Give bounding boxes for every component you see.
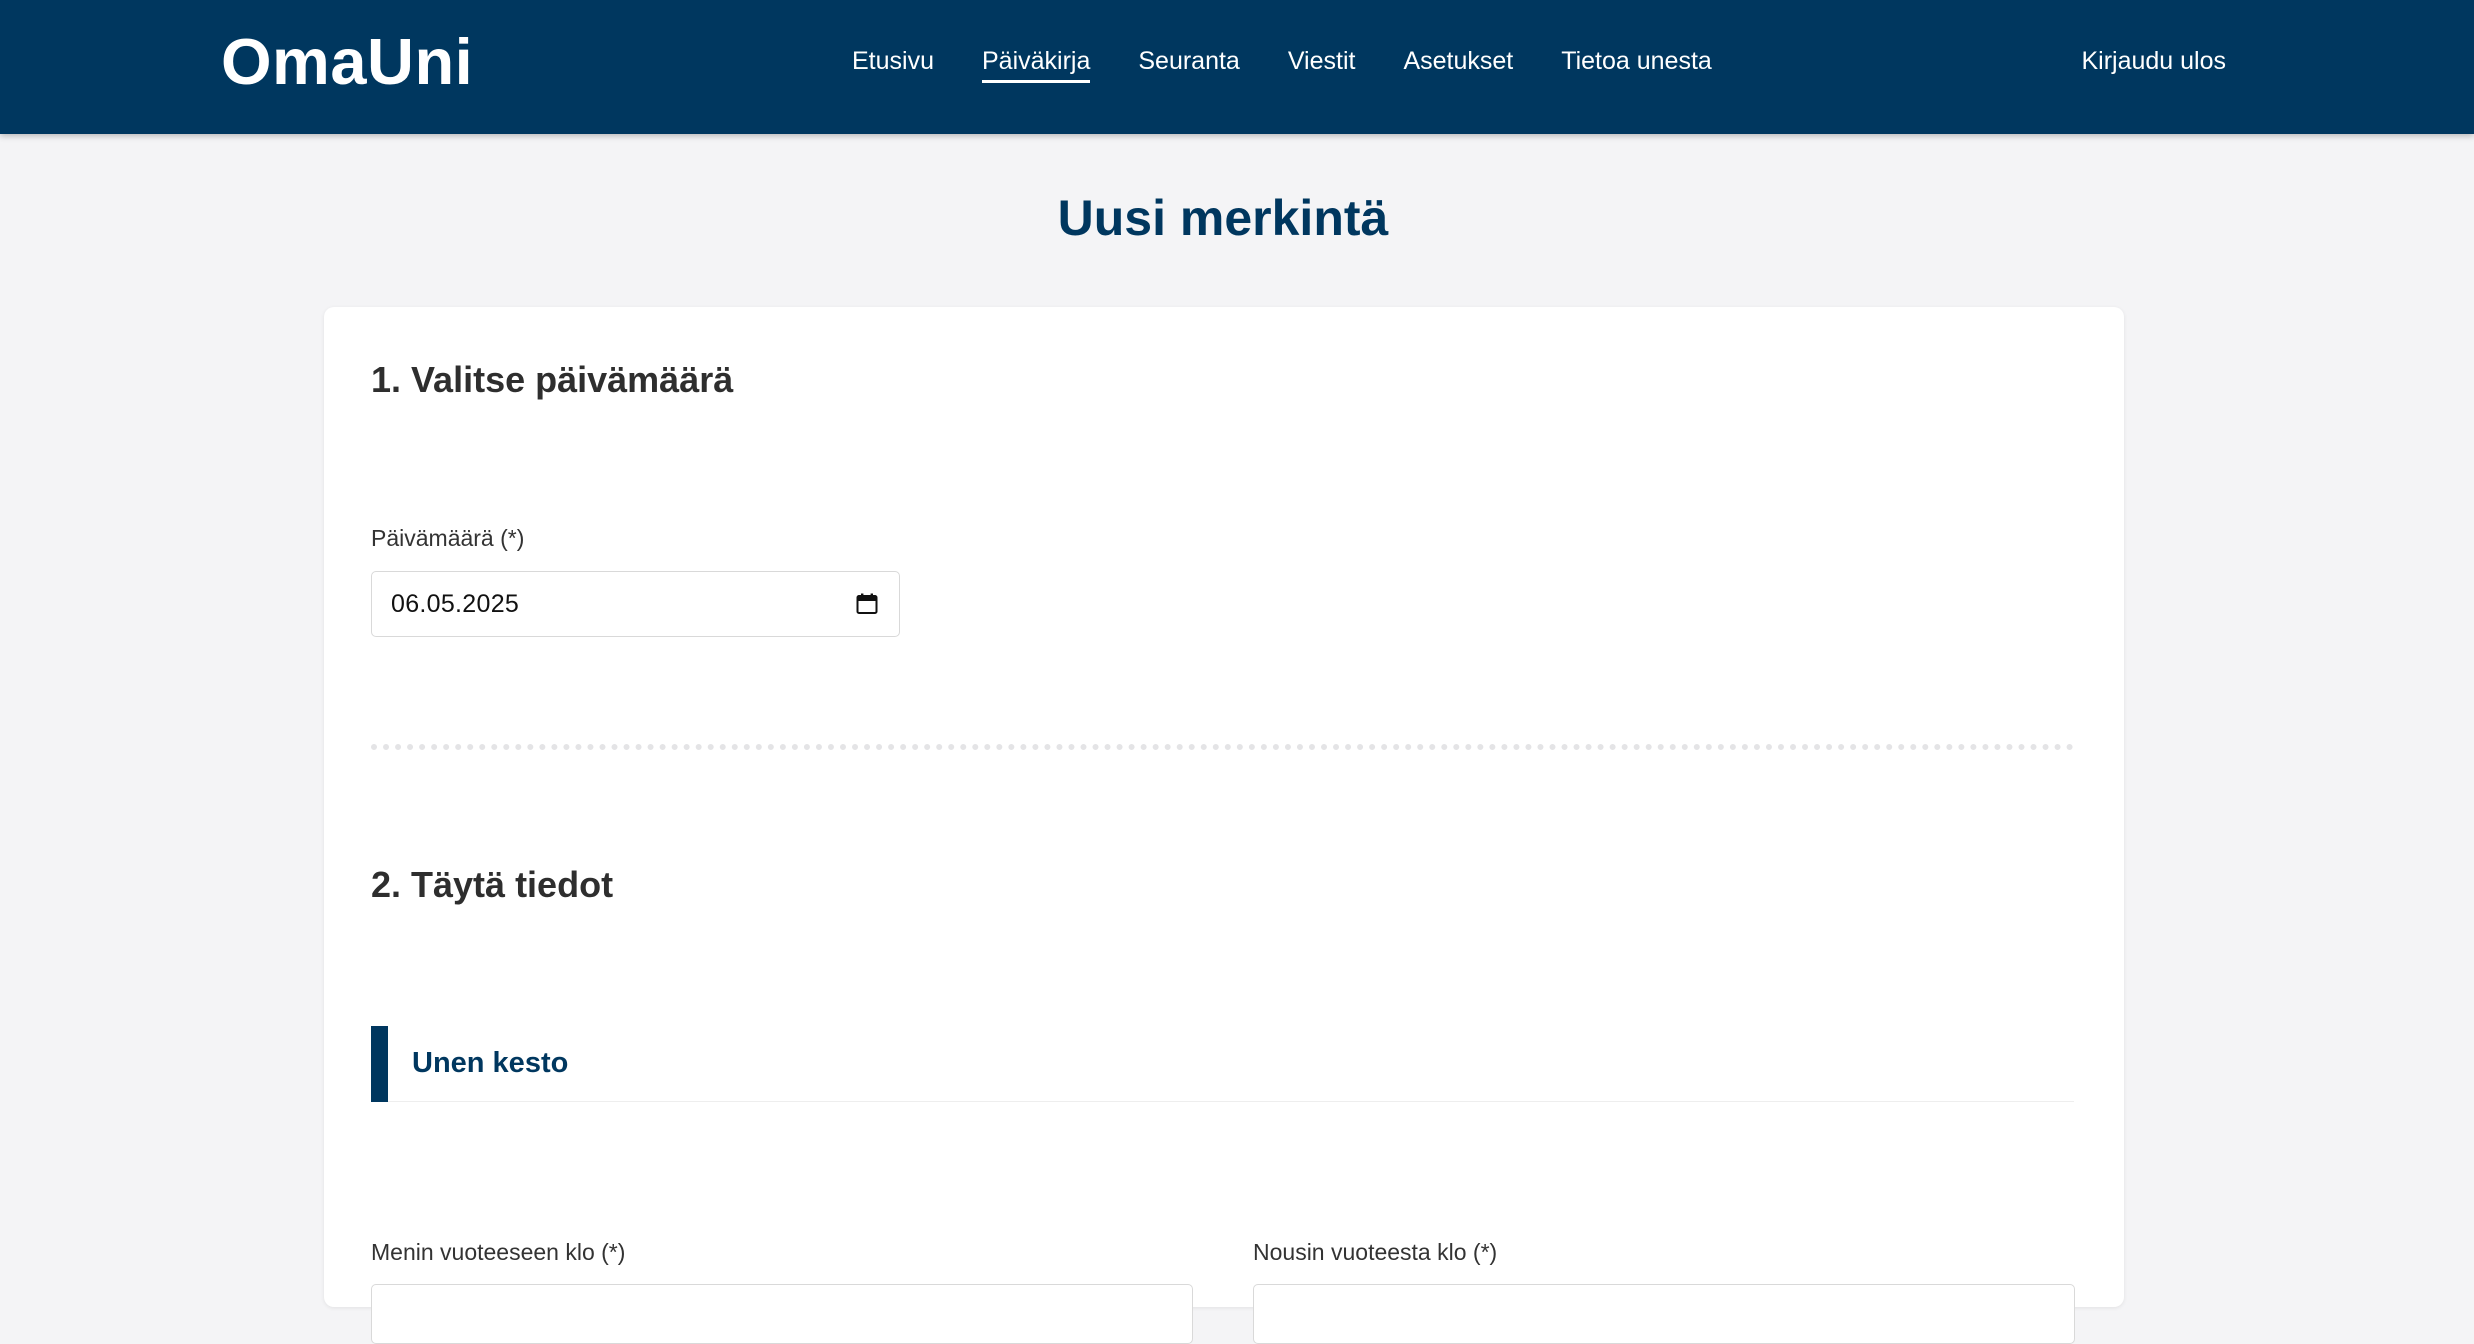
nav-item-asetukset[interactable]: Asetukset <box>1403 44 1513 78</box>
bedtime-field-label: Menin vuoteeseen klo (*) <box>371 1239 626 1265</box>
nav-item-seuranta[interactable]: Seuranta <box>1138 44 1239 78</box>
subsection-accent-bar <box>371 1026 388 1102</box>
calendar-icon[interactable] <box>855 592 879 616</box>
subsection-title: Unen kesto <box>412 1047 569 1079</box>
page-title: Uusi merkintä <box>1057 190 1389 246</box>
wakeup-input[interactable] <box>1253 1284 2075 1344</box>
brand-logo[interactable]: OmaUni <box>221 24 473 100</box>
main-nav: Etusivu Päiväkirja Seuranta Viestit Aset… <box>852 44 1760 83</box>
section-divider <box>371 744 2074 750</box>
section-heading-date: 1. Valitse päivämäärä <box>371 359 734 400</box>
nav-item-paivakirja[interactable]: Päiväkirja <box>981 44 1091 83</box>
section-heading-details: 2. Täytä tiedot <box>371 864 614 905</box>
logout-link[interactable]: Kirjaudu ulos <box>2081 44 2226 78</box>
entry-form-card: 1. Valitse päivämäärä Päivämäärä (*) 06.… <box>324 307 2124 1344</box>
top-navigation-bar: OmaUni Etusivu Päiväkirja Seuranta Viest… <box>0 0 2474 134</box>
nav-item-etusivu[interactable]: Etusivu <box>852 44 934 78</box>
date-field-label: Päivämäärä (*) <box>371 525 525 551</box>
bedtime-input[interactable] <box>371 1284 1193 1344</box>
nav-item-tietoa-unesta[interactable]: Tietoa unesta <box>1561 44 1712 78</box>
subsection-header-sleep-duration: Unen kesto <box>371 1026 2074 1102</box>
wakeup-field-label: Nousin vuoteesta klo (*) <box>1253 1239 1498 1265</box>
nav-item-viestit[interactable]: Viestit <box>1288 44 1356 78</box>
date-input-value: 06.05.2025 <box>391 590 520 618</box>
date-input[interactable]: 06.05.2025 <box>371 571 900 637</box>
